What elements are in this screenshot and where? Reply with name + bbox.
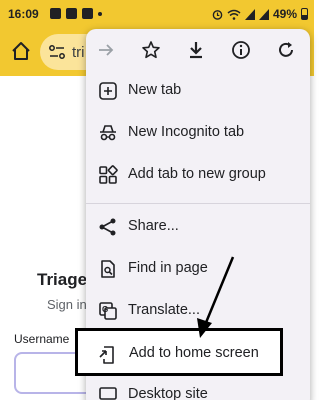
gallery-icon — [50, 8, 61, 19]
download-icon[interactable] — [186, 40, 206, 60]
page-subtitle: Sign in — [47, 297, 87, 312]
wifi-icon — [227, 9, 241, 20]
email-icon — [82, 8, 93, 19]
battery-percent: 49% — [272, 7, 297, 21]
translate-icon: G — [99, 302, 117, 320]
notification-icons — [50, 8, 102, 19]
menu-item-label: Desktop site — [128, 386, 208, 400]
add-to-home-icon — [99, 346, 114, 364]
status-time: 16:09 — [8, 7, 39, 21]
tab-group-icon — [99, 165, 118, 184]
find-in-page-icon — [101, 260, 115, 278]
page-title: Triage — [37, 270, 88, 289]
system-status: 49% — [212, 7, 308, 21]
menu-item-label: Find in page — [128, 260, 208, 276]
signal-icon — [244, 8, 255, 20]
site-settings-icon[interactable] — [48, 43, 66, 61]
menu-item-label: Share... — [128, 218, 179, 234]
menu-item-new-tab[interactable]: New tab — [86, 70, 310, 112]
svg-text:G: G — [102, 305, 108, 314]
menu-item-add-tab-to-group[interactable]: Add tab to new group — [86, 154, 310, 196]
battery-icon — [301, 8, 308, 20]
url-text: tri — [72, 44, 85, 61]
menu-item-find-in-page[interactable]: Find in page — [86, 248, 310, 290]
status-bar: 16:09 49% — [0, 0, 314, 28]
menu-item-new-incognito-tab[interactable]: New Incognito tab — [86, 112, 310, 154]
home-icon[interactable] — [10, 40, 32, 62]
signal-2-icon — [258, 8, 269, 20]
incognito-icon — [100, 125, 116, 141]
menu-item-share[interactable]: Share... — [86, 206, 310, 248]
menu-item-label: New Incognito tab — [128, 124, 245, 140]
plus-box-icon — [99, 82, 117, 100]
menu-item-translate[interactable]: G Translate... — [86, 290, 310, 332]
alarm-icon — [212, 9, 223, 20]
username-label: Username — [14, 332, 70, 346]
menu-divider — [86, 203, 310, 204]
menu-item-add-to-home-screen[interactable]: Add to home screen — [75, 328, 283, 376]
refresh-icon[interactable] — [276, 40, 296, 60]
menu-item-label: New tab — [128, 82, 182, 98]
menu-item-desktop-site[interactable]: Desktop site — [86, 374, 310, 400]
star-icon[interactable] — [141, 40, 161, 60]
menu-action-bar — [86, 29, 310, 71]
menu-item-label: Translate... — [128, 302, 200, 318]
menu-item-label: Add to home screen — [129, 345, 259, 361]
more-notifications-icon — [98, 11, 102, 16]
share-icon — [99, 218, 116, 236]
info-icon[interactable] — [231, 40, 251, 60]
message-icon — [66, 8, 77, 19]
menu-item-label: Add tab to new group — [128, 166, 266, 182]
forward-icon[interactable] — [96, 40, 116, 60]
desktop-icon — [99, 387, 117, 400]
